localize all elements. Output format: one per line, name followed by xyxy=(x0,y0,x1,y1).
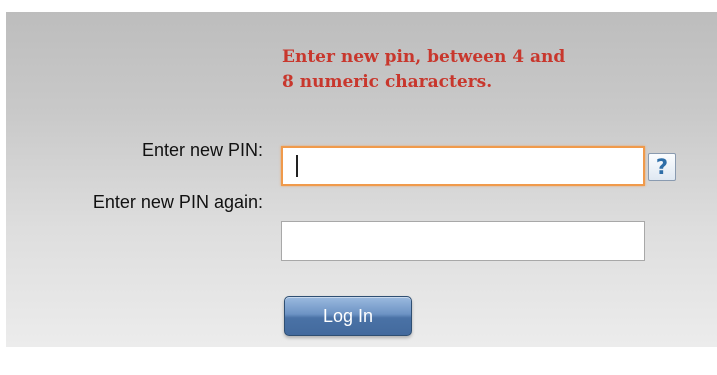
new-pin-again-label: Enter new PIN again: xyxy=(92,192,263,212)
new-pin-again-input[interactable] xyxy=(281,221,645,261)
login-button[interactable]: Log In xyxy=(284,296,412,336)
help-question-icon[interactable]: ? xyxy=(648,153,676,181)
instruction-message: Enter new pin, between 4 and 8 numeric c… xyxy=(282,47,566,92)
text-caret xyxy=(296,155,298,177)
new-pin-label: Enter new PIN: xyxy=(141,140,263,160)
new-pin-input[interactable] xyxy=(281,146,645,186)
